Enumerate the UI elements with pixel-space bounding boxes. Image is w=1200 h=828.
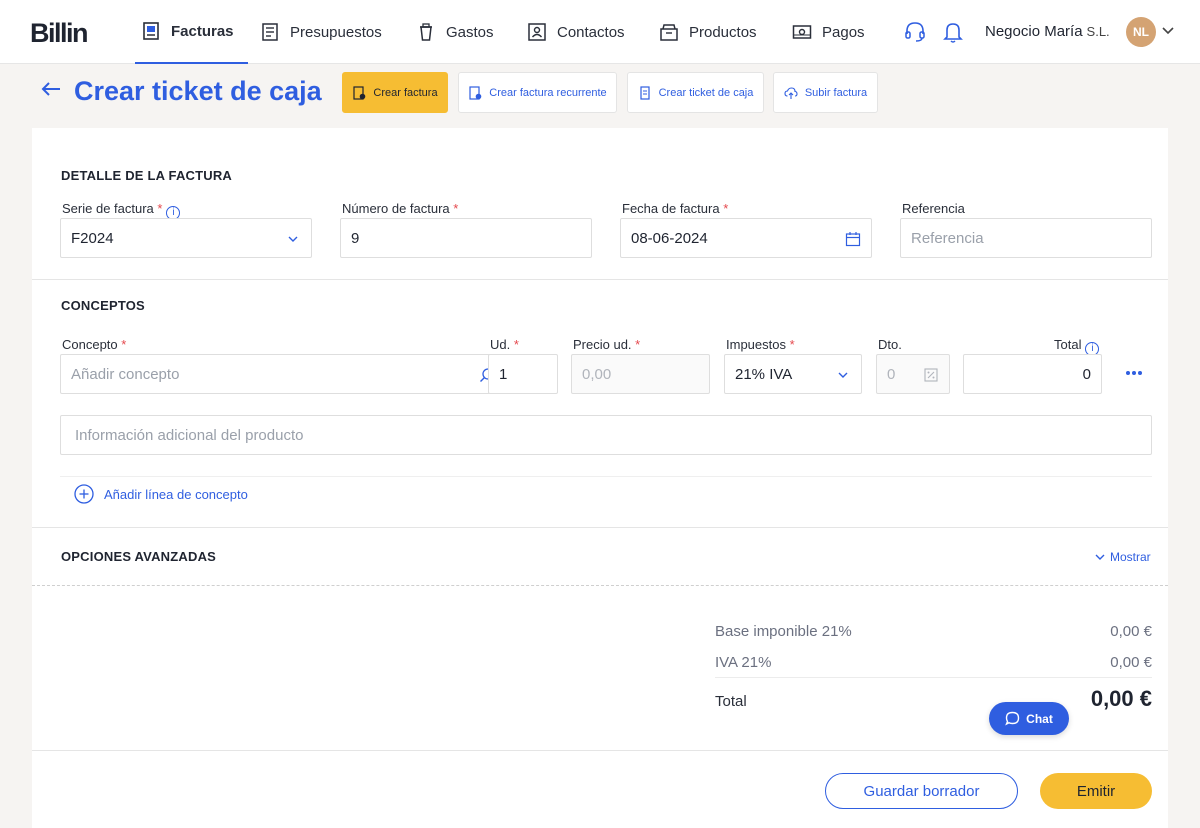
- invoice-icon: [143, 22, 159, 40]
- box-icon: [660, 24, 678, 41]
- numero-label: Número de factura *: [342, 201, 459, 216]
- user-avatar[interactable]: NL: [1126, 17, 1156, 47]
- total-summary-label: Total: [715, 693, 747, 710]
- divider: [715, 677, 1152, 678]
- save-draft-button[interactable]: Guardar borrador: [825, 773, 1018, 809]
- nav-item-gastos[interactable]: Gastos: [416, 0, 494, 64]
- ticket-icon: [640, 85, 650, 100]
- divider: [32, 279, 1168, 280]
- company-name[interactable]: Negocio María S.L.: [985, 23, 1110, 40]
- create-invoice-label: Crear factura: [373, 86, 438, 99]
- dto-input[interactable]: 0: [876, 354, 950, 394]
- upload-invoice-button[interactable]: Subir factura: [773, 72, 878, 113]
- nav-label-facturas: Facturas: [171, 22, 234, 40]
- nav-label-presupuestos: Presupuestos: [290, 23, 382, 41]
- dto-label: Dto.: [878, 337, 902, 352]
- notification-bell-icon[interactable]: [942, 20, 964, 44]
- nav-item-presupuestos[interactable]: Presupuestos: [260, 0, 382, 64]
- upload-invoice-label: Subir factura: [804, 86, 868, 99]
- add-line-button[interactable]: Añadir línea de concepto: [74, 484, 248, 504]
- divider: [60, 476, 1152, 477]
- ud-input[interactable]: 1: [488, 354, 558, 394]
- section-title-conceptos: CONCEPTOS: [61, 298, 145, 313]
- nav-label-gastos: Gastos: [446, 23, 494, 41]
- concepto-label: Concepto *: [62, 337, 127, 352]
- emit-button[interactable]: Emitir: [1040, 773, 1152, 809]
- show-advanced-label: Mostrar: [1110, 550, 1151, 564]
- section-title-detalle: DETALLE DE LA FACTURA: [61, 168, 233, 183]
- total-input[interactable]: 0: [963, 354, 1102, 394]
- chevron-down-icon: [838, 372, 848, 378]
- iva-value: 0,00 €: [1110, 654, 1152, 671]
- iva-label: IVA 21%: [715, 654, 772, 671]
- precio-input[interactable]: 0,00: [571, 354, 710, 394]
- add-line-label: Añadir línea de concepto: [104, 486, 248, 502]
- create-cash-ticket-button[interactable]: Crear ticket de caja: [627, 72, 764, 113]
- product-info-input[interactable]: Información adicional del producto: [60, 415, 1152, 455]
- contact-icon: [528, 23, 546, 41]
- base-imponible-value: 0,00 €: [1110, 623, 1152, 640]
- nav-label-pagos: Pagos: [822, 23, 865, 41]
- chevron-down-icon: [1095, 554, 1105, 560]
- create-cash-ticket-label: Crear ticket de caja: [658, 86, 754, 99]
- chevron-down-icon[interactable]: [1161, 24, 1175, 38]
- percent-icon: [924, 368, 938, 382]
- page-title: Crear ticket de caja: [74, 76, 322, 106]
- nav-label-productos: Productos: [689, 23, 757, 41]
- chat-bubble-icon: [1005, 711, 1020, 726]
- fecha-input[interactable]: 08-06-2024: [620, 218, 872, 258]
- invoice-add-icon: [353, 85, 366, 100]
- cloud-upload-icon: [784, 86, 798, 99]
- create-recurring-invoice-label: Crear factura recurrente: [489, 86, 607, 99]
- back-arrow-icon[interactable]: [40, 78, 62, 100]
- billin-logo[interactable]: Billin: [30, 18, 89, 49]
- divider: [32, 527, 1168, 528]
- plus-circle-icon: [74, 484, 94, 504]
- base-imponible-label: Base imponible 21%: [715, 623, 852, 640]
- numero-input[interactable]: 9: [340, 218, 592, 258]
- section-title-avanzadas: OPCIONES AVANZADAS: [61, 549, 217, 564]
- recurring-invoice-icon: [469, 85, 482, 100]
- support-headset-icon[interactable]: [904, 20, 926, 44]
- dashed-divider: [32, 585, 1168, 586]
- impuestos-select[interactable]: 21% IVA: [724, 354, 862, 394]
- create-recurring-invoice-button[interactable]: Crear factura recurrente: [458, 72, 617, 113]
- quote-icon: [262, 23, 278, 41]
- calendar-icon[interactable]: [845, 231, 861, 247]
- banknote-icon: [792, 25, 812, 39]
- precio-label: Precio ud. *: [573, 337, 641, 352]
- create-invoice-button[interactable]: Crear factura: [342, 72, 448, 113]
- impuestos-label: Impuestos *: [726, 337, 795, 352]
- show-advanced-toggle[interactable]: Mostrar: [1094, 550, 1151, 564]
- more-options-icon[interactable]: [1125, 370, 1143, 376]
- ud-label: Ud. *: [490, 337, 519, 352]
- concepto-input[interactable]: Añadir concepto: [60, 354, 506, 394]
- nav-item-facturas[interactable]: Facturas: [135, 0, 248, 64]
- fecha-label: Fecha de factura *: [622, 201, 729, 216]
- serie-select[interactable]: F2024: [60, 218, 312, 258]
- chat-button[interactable]: Chat: [989, 702, 1069, 735]
- nav-item-contactos[interactable]: Contactos: [527, 0, 625, 64]
- divider: [32, 750, 1168, 751]
- cup-icon: [420, 23, 432, 41]
- chat-label: Chat: [1026, 711, 1053, 726]
- referencia-label: Referencia: [902, 201, 965, 216]
- nav-label-contactos: Contactos: [557, 23, 625, 41]
- referencia-input[interactable]: Referencia: [900, 218, 1152, 258]
- nav-item-productos[interactable]: Productos: [659, 0, 757, 64]
- chevron-down-icon: [288, 236, 298, 242]
- top-navigation: Billin Facturas Presupuestos Gastos Cont…: [0, 0, 1200, 64]
- nav-item-pagos[interactable]: Pagos: [792, 0, 865, 64]
